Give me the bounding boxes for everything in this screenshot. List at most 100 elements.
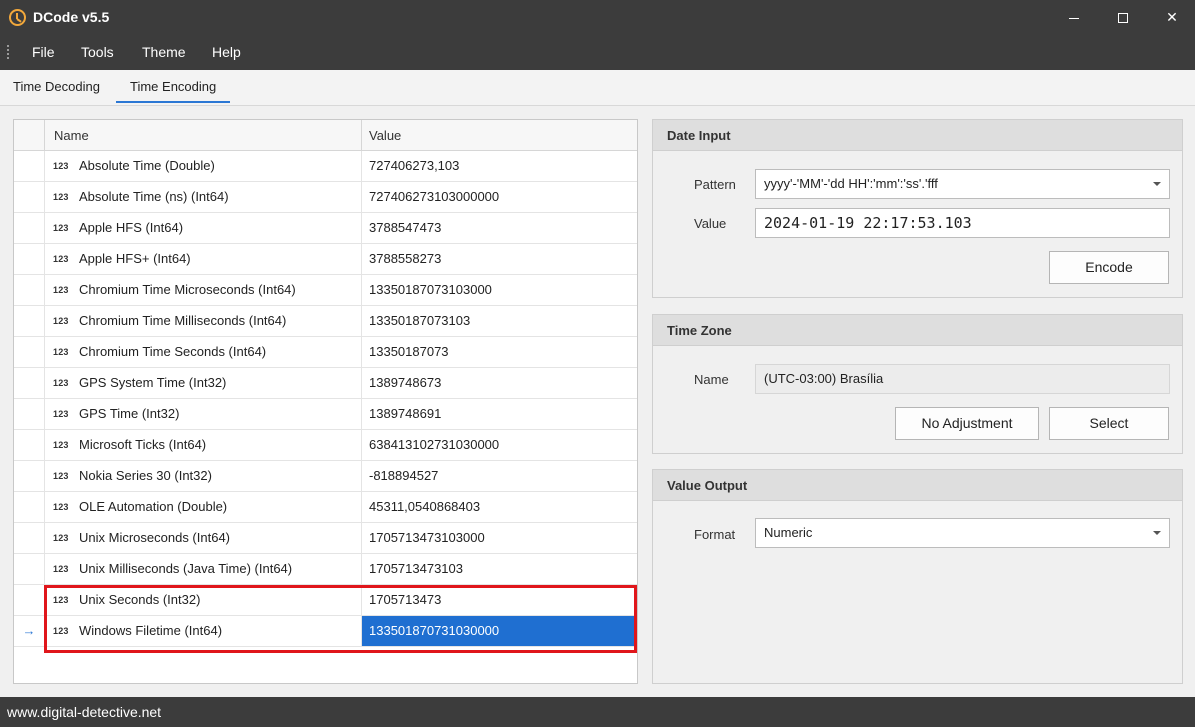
status-bar: www.digital-detective.net [0,697,1195,727]
numeric-type-icon: 123 [53,223,69,233]
numeric-type-icon: 123 [53,440,69,450]
table-row[interactable]: 123 Apple HFS (Int64) 3788547473 [14,213,637,244]
row-indicator[interactable] [14,399,45,430]
row-indicator[interactable] [14,151,45,182]
row-value[interactable]: 13350187073 [362,337,637,367]
numeric-type-icon: 123 [53,564,69,574]
numeric-type-icon: 123 [53,533,69,543]
row-name: Apple HFS+ (Int64) [79,251,191,266]
table-row[interactable]: 123 Absolute Time (ns) (Int64) 72740627310… [14,182,637,213]
minimize-button[interactable] [1051,0,1097,35]
table-row[interactable]: 123 Chromium Time Microseconds (Int64) 133… [14,275,637,306]
table-row[interactable]: 123 GPS Time (Int32) 1389748691 [14,399,637,430]
encode-button[interactable]: Encode [1049,251,1169,284]
row-value[interactable]: 3788547473 [362,213,637,243]
row-indicator[interactable] [14,430,45,461]
row-value[interactable]: 727406273,103 [362,151,637,181]
value-output-panel: Value Output Format Numeric [652,469,1183,684]
date-input-header: Date Input [653,120,1182,151]
row-value[interactable]: 13350187073103 [362,306,637,336]
table-row[interactable]: 123 GPS System Time (Int32) 1389748673 [14,368,637,399]
select-button[interactable]: Select [1049,407,1169,440]
numeric-type-icon: 123 [53,378,69,388]
tab-time-encoding[interactable]: Time Encoding [116,79,231,103]
title-bar: DCode v5.5 ✕ [0,0,1195,35]
table-row[interactable]: 123 Unix Microseconds (Int64) 170571347310… [14,523,637,554]
website-link[interactable]: www.digital-detective.net [7,704,161,720]
row-name: GPS Time (Int32) [79,406,180,421]
row-indicator[interactable] [14,368,45,399]
numeric-type-icon: 123 [53,161,69,171]
row-indicator[interactable] [14,337,45,368]
menu-file[interactable]: File [32,44,55,60]
close-button[interactable]: ✕ [1149,0,1195,35]
row-value[interactable]: 638413102731030000 [362,430,637,460]
table-row[interactable]: → 123 Windows Filetime (Int64) 133501870731… [14,616,637,647]
timezone-name-label: Name [694,372,729,387]
value-output-header: Value Output [653,470,1182,501]
format-value: Numeric [764,525,813,540]
pattern-dropdown[interactable]: yyyy'-'MM'-'dd HH':'mm':'ss'.'fff [755,169,1170,199]
table-row[interactable]: 123 Apple HFS+ (Int64) 3788558273 [14,244,637,275]
date-value-input[interactable]: 2024-01-19 22:17:53.103 [755,208,1170,238]
row-value[interactable]: 13350187073103000 [362,275,637,305]
row-indicator[interactable] [14,244,45,275]
row-value[interactable]: 3788558273 [362,244,637,274]
row-indicator[interactable] [14,182,45,213]
row-name: Unix Microseconds (Int64) [79,530,230,545]
row-value[interactable]: 133501870731030000 [362,616,637,646]
column-header-value[interactable]: Value [369,128,401,143]
tab-time-decoding[interactable]: Time Decoding [13,79,100,94]
row-indicator[interactable] [14,213,45,244]
row-value[interactable]: 45311,0540868403 [362,492,637,522]
menu-theme[interactable]: Theme [142,44,186,60]
chevron-down-icon [1153,182,1161,186]
table-row[interactable]: 123 Chromium Time Milliseconds (Int64) 133… [14,306,637,337]
table-row[interactable]: 123 Unix Milliseconds (Java Time) (Int64)… [14,554,637,585]
pattern-value: yyyy'-'MM'-'dd HH':'mm':'ss'.'fff [764,176,938,191]
row-indicator-header [14,120,45,151]
numeric-type-icon: 123 [53,595,69,605]
row-indicator[interactable] [14,306,45,337]
no-adjustment-button[interactable]: No Adjustment [895,407,1039,440]
row-name: Nokia Series 30 (Int32) [79,468,212,483]
row-indicator[interactable] [14,523,45,554]
time-zone-panel: Time Zone Name (UTC-03:00) Brasília No A… [652,314,1183,454]
row-value[interactable]: 727406273103000000 [362,182,637,212]
table-row[interactable]: 123 Nokia Series 30 (Int32) -818894527 [14,461,637,492]
numeric-type-icon: 123 [53,471,69,481]
row-value[interactable]: 1389748673 [362,368,637,398]
row-indicator[interactable] [14,554,45,585]
row-indicator[interactable] [14,275,45,306]
row-value[interactable]: 1705713473103000 [362,523,637,553]
row-indicator[interactable] [14,492,45,523]
timezone-name-field: (UTC-03:00) Brasília [755,364,1170,394]
maximize-button[interactable] [1100,0,1146,35]
row-indicator[interactable] [14,461,45,492]
row-name: Unix Milliseconds (Java Time) (Int64) [79,561,293,576]
row-value[interactable]: 1705713473 [362,585,637,615]
table-row[interactable]: 123 Microsoft Ticks (Int64) 63841310273103… [14,430,637,461]
table-row[interactable]: 123 Chromium Time Seconds (Int64) 13350187… [14,337,637,368]
column-header-name[interactable]: Name [54,128,89,143]
table-row[interactable]: 123 Unix Seconds (Int32) 1705713473 [14,585,637,616]
menu-tools[interactable]: Tools [81,44,114,60]
row-value[interactable]: -818894527 [362,461,637,491]
format-dropdown[interactable]: Numeric [755,518,1170,548]
menu-help[interactable]: Help [212,44,241,60]
time-zone-header: Time Zone [653,315,1182,346]
results-grid[interactable]: Name Value 123 Absolute Time (Double) 7274… [13,119,638,684]
numeric-type-icon: 123 [53,192,69,202]
pattern-label: Pattern [694,177,736,192]
date-input-panel: Date Input Pattern yyyy'-'MM'-'dd HH':'m… [652,119,1183,298]
row-indicator[interactable] [14,585,45,616]
numeric-type-icon: 123 [53,285,69,295]
format-label: Format [694,527,736,542]
row-value[interactable]: 1389748691 [362,399,637,429]
row-value[interactable]: 1705713473103 [362,554,637,584]
table-row[interactable]: 123 Absolute Time (Double) 727406273,103 [14,151,637,182]
maximize-icon [1118,13,1128,24]
current-row-arrow-icon[interactable]: → [14,616,45,647]
row-name: OLE Automation (Double) [79,499,228,514]
table-row[interactable]: 123 OLE Automation (Double) 45311,05408684… [14,492,637,523]
